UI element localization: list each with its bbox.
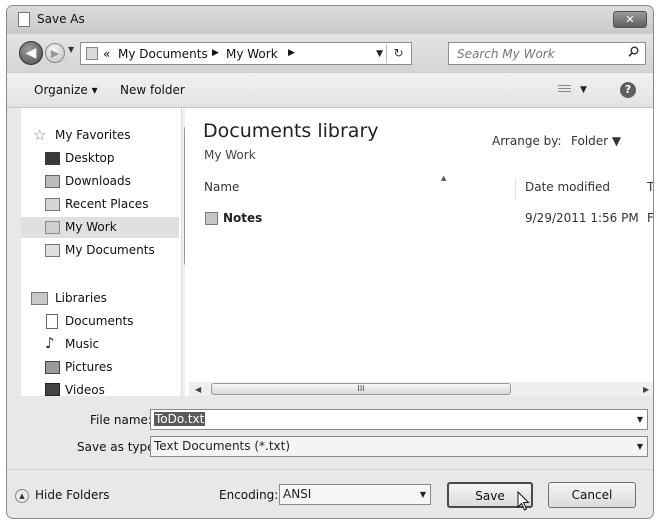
nav-label: Videos — [65, 383, 105, 397]
nav-label: Downloads — [65, 174, 131, 188]
file-name[interactable]: Notes — [223, 211, 262, 225]
file-name-input[interactable]: ToDo.txt ▼ — [150, 409, 648, 430]
organize-menu[interactable]: Organize ▾ — [34, 83, 98, 97]
notepad-icon — [18, 12, 30, 27]
pictures-icon — [45, 361, 60, 374]
scrollbar-thumb[interactable]: III — [211, 383, 511, 395]
nav-item-recent-places[interactable]: Recent Places — [21, 194, 179, 215]
title-bar: Save As ✕ — [7, 6, 653, 35]
address-bar[interactable]: « My Documents ▶ My Work ▶ ▼ ↻ — [80, 42, 412, 65]
sort-ascending-icon: ▲ — [441, 174, 447, 182]
view-options-dropdown[interactable]: ▼ — [580, 85, 587, 95]
address-overflow[interactable]: « — [103, 47, 110, 61]
save-as-type-select[interactable]: Text Documents (*.txt) ▼ — [150, 436, 648, 457]
document-icon — [46, 314, 58, 329]
command-toolbar: Organize ▾ New folder ▼ ? — [7, 72, 653, 108]
nav-item-pictures[interactable]: Pictures — [21, 357, 179, 378]
nav-item-downloads[interactable]: Downloads — [21, 171, 179, 192]
new-folder-button[interactable]: New folder — [120, 83, 185, 97]
navigation-bar: ◀ ▶ ▼ « My Documents ▶ My Work ▶ ▼ ↻ Sea… — [7, 34, 653, 72]
library-title: Documents library — [203, 120, 379, 142]
file-name-dropdown[interactable]: ▼ — [637, 415, 643, 424]
nav-item-my-work[interactable]: My Work — [21, 217, 179, 238]
recent-places-icon — [45, 198, 60, 211]
music-icon: ♪ — [45, 334, 55, 352]
nav-label: Recent Places — [65, 197, 149, 211]
file-date-modified: 9/29/2011 1:56 PM — [525, 211, 639, 225]
breadcrumb-my-work[interactable]: My Work — [226, 47, 278, 61]
nav-label: Documents — [65, 314, 134, 328]
arrange-by-dropdown[interactable]: Folder ▼ — [571, 134, 621, 148]
nav-item-videos[interactable]: Videos — [21, 380, 179, 401]
folder-icon — [86, 47, 98, 60]
nav-label: Pictures — [65, 360, 113, 374]
save-as-type-label: Save as type: — [77, 440, 159, 454]
libraries-icon — [31, 292, 48, 305]
nav-item-my-documents[interactable]: My Documents — [21, 240, 179, 261]
arrange-by-label: Arrange by: — [492, 134, 562, 148]
nav-label: My Work — [65, 220, 117, 234]
library-subtitle: My Work — [204, 148, 256, 162]
column-header-date-modified[interactable]: Date modified — [525, 180, 610, 194]
mouse-cursor-icon — [517, 491, 530, 511]
encoding-dropdown[interactable]: ▼ — [420, 490, 426, 499]
nav-label: Desktop — [65, 151, 115, 165]
desktop-icon — [45, 152, 60, 165]
search-placeholder: Search My Work — [457, 47, 555, 61]
search-box[interactable]: Search My Work — [448, 42, 646, 65]
nav-item-desktop[interactable]: Desktop — [21, 148, 179, 169]
file-list-pane: Documents library My Work Arrange by: Fo… — [185, 108, 654, 396]
close-button[interactable]: ✕ — [613, 11, 647, 28]
file-type: F — [647, 211, 654, 225]
save-as-type-value: Text Documents (*.txt) — [154, 439, 291, 453]
downloads-icon — [45, 175, 60, 188]
nav-item-my-favorites[interactable]: ☆ My Favorites — [21, 125, 179, 146]
hide-folders-button[interactable]: Hide Folders — [35, 488, 110, 502]
nav-item-music[interactable]: ♪ Music — [21, 334, 179, 355]
search-icon — [628, 46, 639, 57]
refresh-button[interactable]: ↻ — [386, 44, 410, 63]
nav-item-libraries[interactable]: Libraries — [21, 288, 179, 309]
recent-pages-dropdown[interactable]: ▼ — [68, 45, 74, 54]
nav-label: Libraries — [55, 291, 107, 305]
file-name-label: File name: — [90, 413, 152, 427]
star-icon: ☆ — [33, 126, 47, 144]
nav-label: Music — [65, 337, 100, 351]
column-header-name[interactable]: Name — [204, 180, 239, 194]
documents-icon — [45, 244, 60, 257]
nav-item-documents[interactable]: Documents — [21, 311, 179, 332]
window-title: Save As — [37, 12, 85, 26]
navigation-pane: ☆ My Favorites Desktop Downloads Recent … — [21, 108, 198, 397]
forward-button[interactable]: ▶ — [45, 43, 65, 63]
column-header-type[interactable]: T — [647, 180, 653, 194]
collapse-icon[interactable]: ▲ — [15, 489, 29, 503]
change-view-icon[interactable] — [558, 85, 571, 94]
nav-label: My Documents — [65, 243, 155, 257]
file-name-value: ToDo.txt — [154, 412, 206, 426]
save-as-dialog: Save As ✕ ◀ ▶ ▼ « My Documents ▶ My Work… — [6, 5, 654, 519]
scroll-left-arrow[interactable]: ◀ — [195, 385, 201, 394]
encoding-select[interactable]: ANSI ▼ — [279, 484, 431, 505]
breadcrumb-separator[interactable]: ▶ — [212, 48, 219, 58]
breadcrumb-separator[interactable]: ▶ — [288, 48, 295, 58]
encoding-value: ANSI — [283, 487, 312, 501]
encoding-label: Encoding: — [219, 488, 279, 502]
cancel-button[interactable]: Cancel — [548, 482, 636, 508]
address-dropdown[interactable]: ▼ — [376, 49, 383, 59]
folder-icon — [205, 212, 218, 225]
footer-divider — [7, 469, 653, 470]
nav-label: My Favorites — [55, 128, 131, 142]
videos-icon — [45, 383, 60, 396]
scroll-right-arrow[interactable]: ▶ — [643, 385, 649, 394]
save-as-type-dropdown[interactable]: ▼ — [637, 442, 643, 451]
horizontal-scrollbar[interactable]: ◀ III ▶ — [189, 382, 653, 396]
folder-icon — [45, 221, 60, 234]
help-icon[interactable]: ? — [620, 82, 636, 98]
column-divider[interactable] — [515, 178, 516, 200]
breadcrumb-my-documents[interactable]: My Documents — [118, 47, 208, 61]
back-button[interactable]: ◀ — [19, 41, 43, 65]
